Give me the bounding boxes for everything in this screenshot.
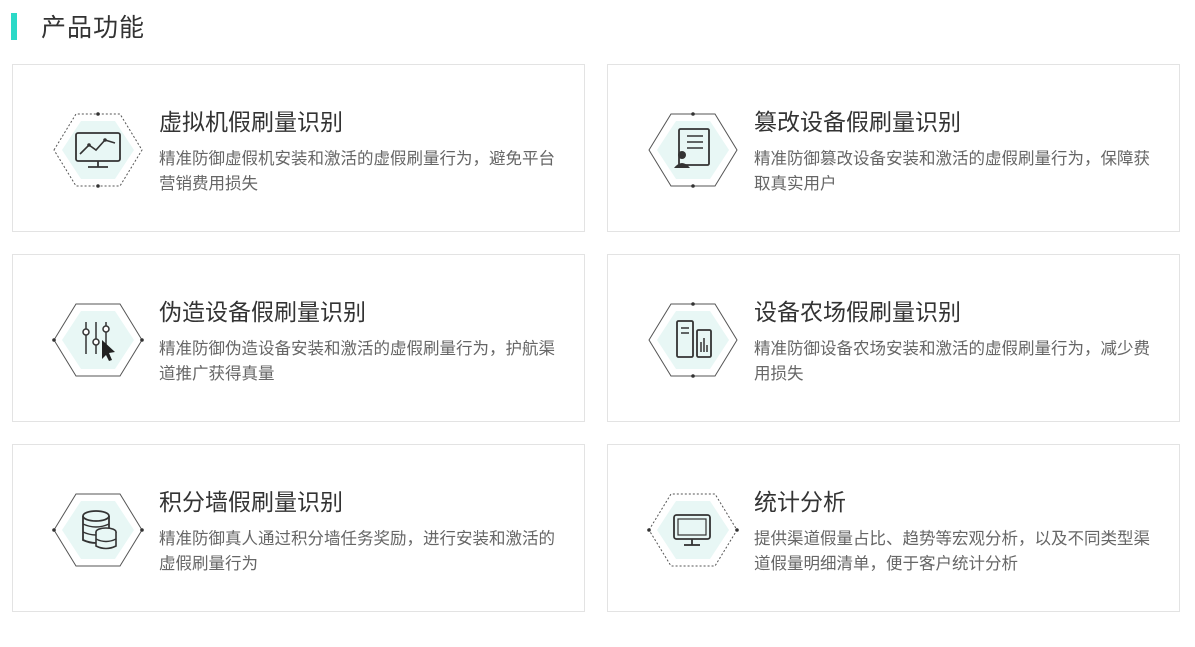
- accent-bar: [11, 12, 17, 40]
- feature-card-statistics[interactable]: 统计分析 提供渠道假量占比、趋势等宏观分析，以及不同类型渠道假量明细清单，便于客…: [607, 444, 1180, 612]
- feature-card-farm[interactable]: 设备农场假刷量识别 精准防御设备农场安装和激活的虚假刷量行为，减少费用损失: [607, 254, 1180, 422]
- card-title: 统计分析: [754, 490, 846, 516]
- user-id-card-icon: [648, 112, 738, 188]
- section-header: 产品功能: [11, 10, 145, 42]
- section-title: 产品功能: [41, 13, 146, 42]
- card-title: 积分墙假刷量识别: [159, 490, 343, 516]
- feature-card-tampered[interactable]: 篡改设备假刷量识别 精准防御篡改设备安装和激活的虚假刷量行为，保障获取真实用户: [607, 64, 1180, 232]
- card-description: 精准防御虚假机安装和激活的虚假刷量行为，避免平台营销费用损失: [159, 149, 555, 193]
- feature-card-vm[interactable]: 虚拟机假刷量识别 精准防御虚假机安装和激活的虚假刷量行为，避免平台营销费用损失: [12, 64, 585, 232]
- card-description: 精准防御真人通过积分墙任务奖励，进行安装和激活的虚假刷量行为: [159, 529, 555, 573]
- card-description: 精准防御伪造设备安装和激活的虚假刷量行为，护航渠道推广获得真量: [159, 339, 555, 383]
- feature-card-offerwall[interactable]: 积分墙假刷量识别 精准防御真人通过积分墙任务奖励，进行安装和激活的虚假刷量行为: [12, 444, 585, 612]
- monitor-icon: [647, 493, 739, 567]
- server-devices-icon: [648, 302, 738, 378]
- sliders-cursor-icon: [52, 303, 144, 377]
- card-description: 精准防御篡改设备安装和激活的虚假刷量行为，保障获取真实用户: [754, 149, 1150, 193]
- card-title: 设备农场假刷量识别: [754, 300, 961, 326]
- card-title: 篡改设备假刷量识别: [754, 110, 961, 136]
- feature-card-forged[interactable]: 伪造设备假刷量识别 精准防御伪造设备安装和激活的虚假刷量行为，护航渠道推广获得真…: [12, 254, 585, 422]
- card-description: 精准防御设备农场安装和激活的虚假刷量行为，减少费用损失: [754, 339, 1150, 383]
- monitor-chart-icon: [53, 112, 143, 188]
- card-title: 伪造设备假刷量识别: [159, 300, 366, 326]
- card-description: 提供渠道假量占比、趋势等宏观分析，以及不同类型渠道假量明细清单，便于客户统计分析: [754, 529, 1150, 573]
- card-title: 虚拟机假刷量识别: [159, 110, 343, 136]
- database-icon: [52, 493, 144, 567]
